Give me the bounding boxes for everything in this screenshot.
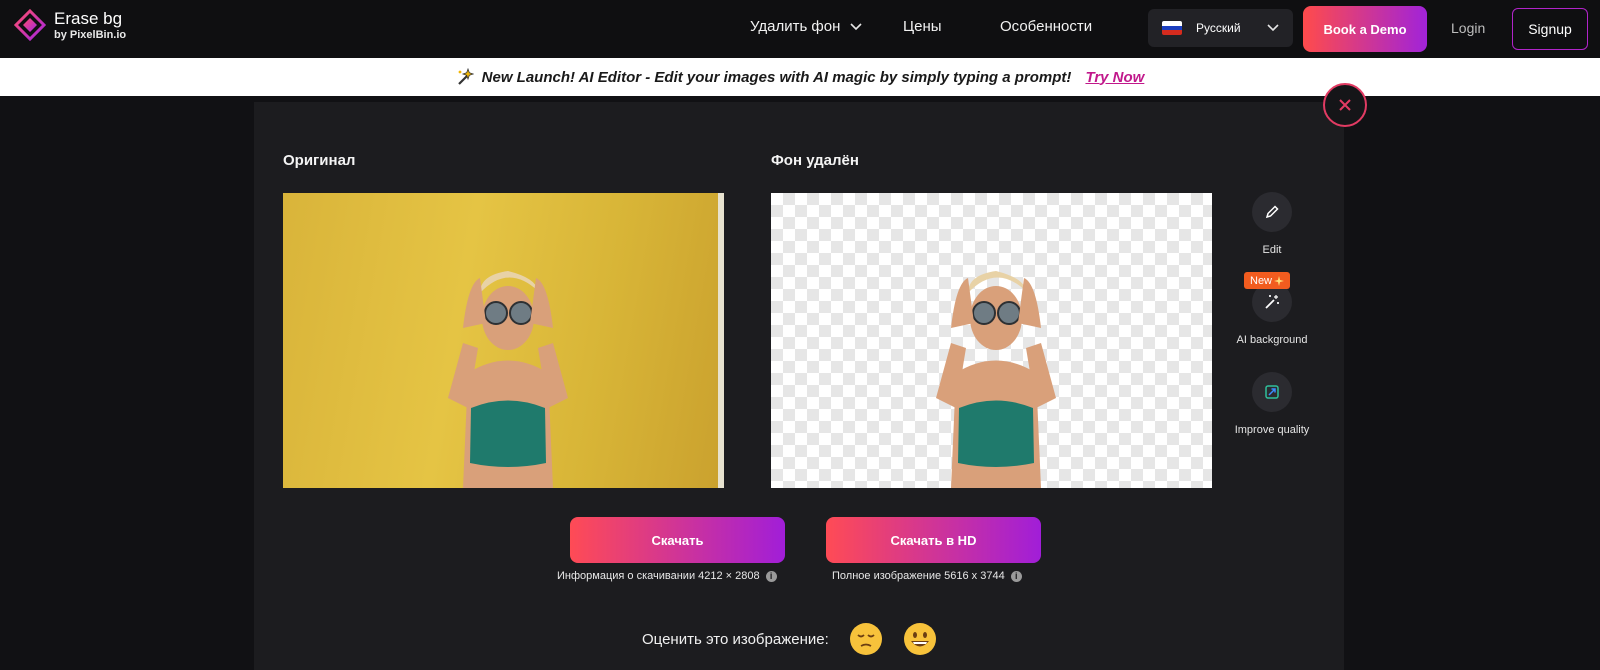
sparkle-icon (1274, 275, 1285, 286)
background-removed-title: Фон удалён (771, 152, 859, 169)
top-navigation-bar: Erase bg by PixelBin.io Удалить фон Цены… (0, 0, 1600, 58)
logo-subtitle: by PixelBin.io (54, 28, 127, 41)
download-hd-button[interactable]: Скачать в HD (826, 517, 1041, 563)
original-image (283, 193, 724, 488)
edit-tool-label: Edit (1262, 244, 1282, 256)
logo[interactable]: Erase bg by PixelBin.io (14, 9, 126, 41)
info-icon[interactable]: i (1010, 570, 1022, 582)
nav-remove-background-label: Удалить фон (750, 18, 841, 35)
magic-wand-icon (1265, 295, 1279, 309)
improve-quality-tool[interactable]: Improve quality (1222, 372, 1322, 436)
close-icon (1339, 99, 1351, 111)
edit-tool-button[interactable] (1252, 192, 1292, 232)
erase-bg-logo-icon (14, 9, 46, 41)
person-photo (448, 271, 568, 488)
nav-remove-background-menu[interactable]: Удалить фон (750, 18, 862, 35)
improve-quality-icon (1265, 385, 1279, 399)
unhappy-face-icon[interactable] (849, 622, 883, 656)
banner-text: New Launch! AI Editor - Edit your images… (481, 68, 1072, 86)
edit-tool[interactable]: Edit (1222, 192, 1322, 256)
language-label: Русский (1196, 21, 1241, 35)
person-cutout-photo (936, 271, 1056, 488)
ai-background-tool-label: AI background (1236, 334, 1308, 346)
nav-prices-link[interactable]: Цены (903, 18, 942, 35)
signup-button[interactable]: Signup (1512, 8, 1588, 50)
rating-row: Оценить это изображение: (642, 622, 937, 656)
improve-quality-tool-button[interactable] (1252, 372, 1292, 412)
happy-face-icon[interactable] (903, 622, 937, 656)
chevron-down-icon (1267, 24, 1279, 32)
sparkle-wand-icon (457, 68, 474, 85)
close-button[interactable] (1323, 83, 1367, 127)
book-demo-button[interactable]: Book a Demo (1303, 6, 1427, 52)
chevron-down-icon (850, 22, 862, 30)
download-hd-info-text: Полное изображение 5616 x 3744 (832, 570, 1005, 582)
pencil-icon (1265, 205, 1279, 219)
info-icon[interactable]: i (765, 570, 777, 582)
login-link[interactable]: Login (1451, 20, 1485, 36)
download-hd-info: Полное изображение 5616 x 3744 i (832, 570, 1022, 582)
background-removed-image (771, 193, 1212, 488)
download-info: Информация о скачивании 4212 × 2808 i (557, 570, 777, 582)
download-button[interactable]: Скачать (570, 517, 785, 563)
wall-edge (718, 193, 724, 488)
download-info-text: Информация о скачивании 4212 × 2808 (557, 570, 760, 582)
improve-quality-tool-label: Improve quality (1234, 424, 1310, 436)
rating-label: Оценить это изображение: (642, 630, 829, 648)
ai-background-tool[interactable]: AI background (1222, 282, 1322, 346)
new-badge: New (1244, 272, 1291, 289)
original-title: Оригинал (283, 152, 356, 169)
logo-name: Erase bg (54, 8, 123, 28)
russian-flag-icon (1162, 21, 1182, 35)
try-now-link[interactable]: Try Now (1085, 69, 1144, 86)
new-badge-label: New (1250, 274, 1273, 287)
nav-features-link[interactable]: Особенности (1000, 18, 1092, 35)
language-selector[interactable]: Русский (1148, 9, 1293, 47)
